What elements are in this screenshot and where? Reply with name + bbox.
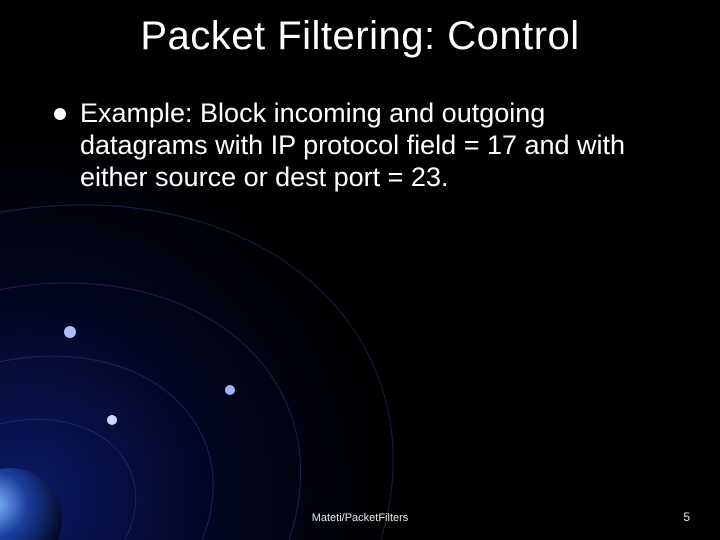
slide: Packet Filtering: Control Example: Block…: [0, 0, 720, 540]
slide-title: Packet Filtering: Control: [0, 14, 720, 59]
page-number: 5: [683, 510, 690, 524]
bullet-item: Example: Block incoming and outgoing dat…: [54, 98, 664, 194]
bullet-dot-icon: [54, 108, 66, 120]
slide-body: Example: Block incoming and outgoing dat…: [54, 98, 664, 194]
footer-center-text: Mateti/PacketFilters: [0, 512, 720, 524]
bullet-text: Example: Block incoming and outgoing dat…: [80, 98, 664, 194]
